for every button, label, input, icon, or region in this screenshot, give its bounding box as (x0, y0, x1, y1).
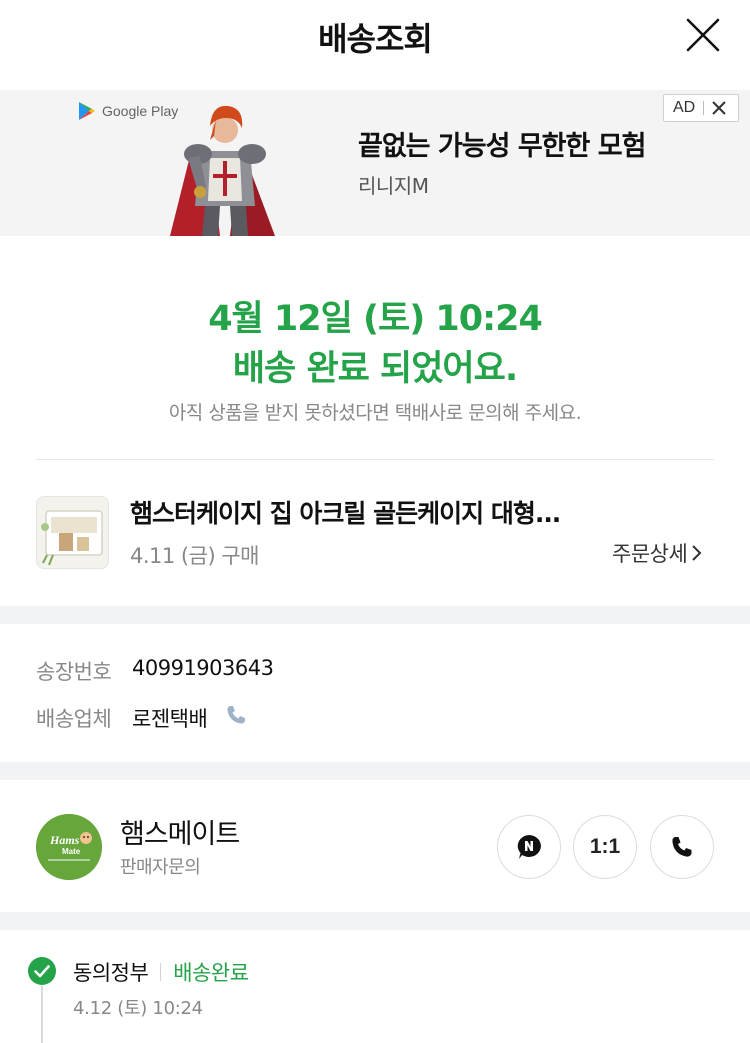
delivery-status-message: 배송 완료 되었어요. (232, 349, 518, 389)
ad-banner[interactable]: Google Play 끝없는 가능성 무한한 모험 리니지M AD (0, 90, 750, 236)
delivery-date: 4월 12일 (토) 10:24 (208, 299, 543, 339)
tracking-time: 4.12 (토) 10:24 (73, 998, 203, 1019)
product-thumbnail[interactable] (36, 496, 109, 569)
tracking-number-label: 송장번호 (36, 660, 112, 684)
carrier-phone-icon[interactable] (224, 703, 248, 727)
game-character-image (170, 105, 275, 236)
phone-icon (672, 837, 692, 857)
seller-name[interactable]: 햄스메이트 (120, 812, 240, 851)
svg-text:Mate: Mate (62, 847, 81, 856)
call-seller-button[interactable] (650, 815, 714, 879)
section-separator (0, 762, 750, 780)
delivery-note: 아직 상품을 받지 못하셨다면 택배사로 문의해 주세요. (168, 402, 582, 424)
seller-logo-mark: Hams Mate (36, 814, 102, 880)
divider (36, 459, 714, 460)
carrier-name: 로젠택배 (132, 707, 208, 731)
tracking-divider (160, 963, 162, 981)
chevron-right-icon (692, 545, 702, 561)
naver-talk-button[interactable] (497, 815, 561, 879)
tracking-event: 동의정부 배송완료 (73, 957, 249, 987)
tracking-location: 동의정부 (73, 961, 149, 985)
order-detail-label: 주문상세 (612, 542, 688, 566)
ad-app-name: 리니지M (358, 174, 429, 198)
tracking-number: 40991903643 (132, 656, 274, 680)
google-play-icon (79, 102, 95, 120)
one-to-one-label: 1:1 (589, 835, 621, 858)
close-icon[interactable] (680, 14, 724, 58)
svg-text:Hams: Hams (49, 833, 80, 847)
ad-badge: AD (663, 94, 739, 122)
one-to-one-inquiry-button[interactable]: 1:1 (573, 815, 637, 879)
check-circle-icon (28, 957, 56, 985)
order-detail-link[interactable]: 주문상세 (612, 538, 703, 568)
carrier-label: 배송업체 (36, 707, 112, 731)
header-bar: 배송조회 (0, 0, 750, 90)
seller-logo[interactable]: Hams Mate (36, 814, 102, 880)
ad-badge-divider (703, 101, 705, 115)
ad-label: AD (673, 99, 696, 116)
ad-close-icon[interactable] (711, 100, 727, 116)
section-separator (0, 606, 750, 624)
hamster-cage-image (37, 497, 108, 568)
seller-inquiry-label: 판매자문의 (120, 857, 201, 878)
page-title: 배송조회 (318, 20, 433, 58)
purchase-date: 4.11 (금) 구매 (130, 544, 259, 568)
product-name[interactable]: 햄스터케이지 집 아크릴 골든케이지 대형... (130, 494, 620, 530)
tracking-status: 배송완료 (173, 961, 249, 985)
timeline-line (41, 986, 43, 1043)
section-separator (0, 912, 750, 930)
ad-headline: 끝없는 가능성 무한한 모험 (358, 131, 646, 162)
naver-talk-icon (517, 835, 541, 859)
